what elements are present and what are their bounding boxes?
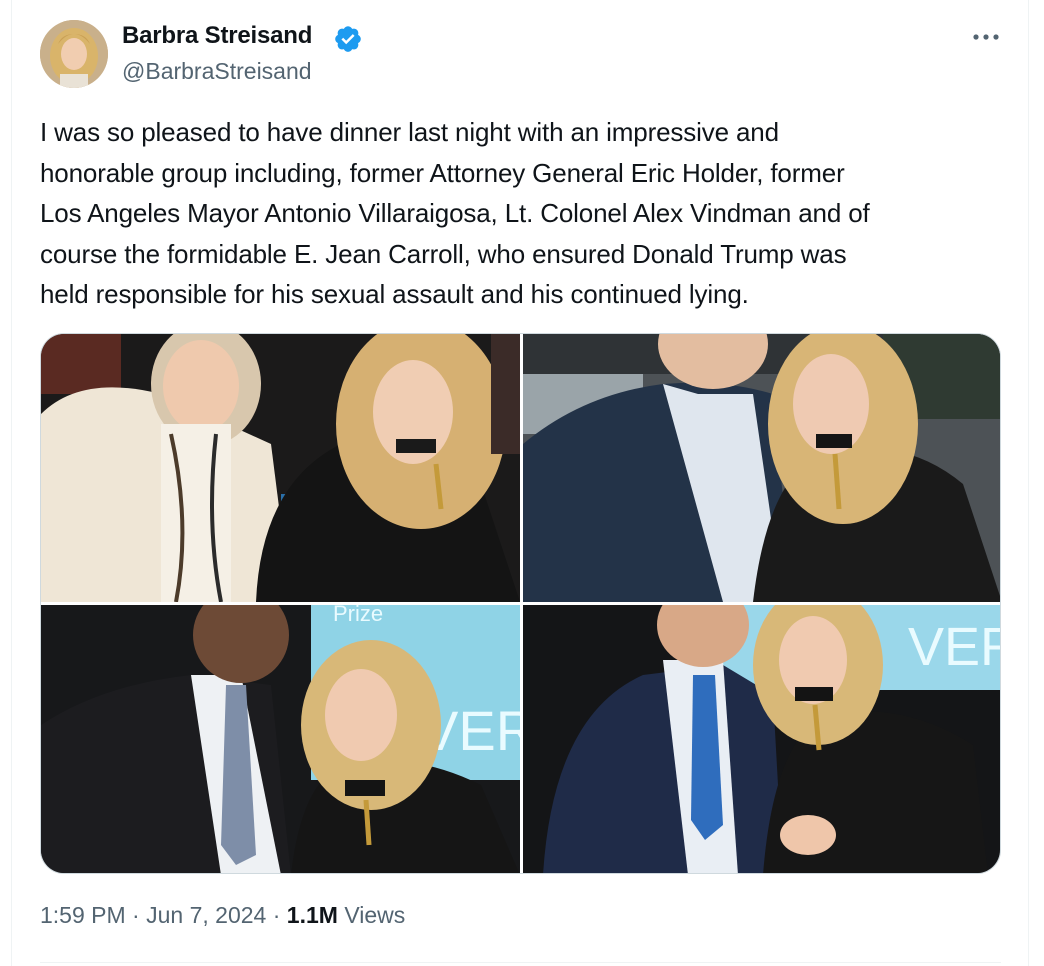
tweet-text-line: honorable group including, former Attorn… [40, 157, 845, 188]
author-handle[interactable]: @BarbraStreisand [122, 58, 312, 85]
svg-text:VERS: VERS [908, 617, 1001, 677]
tweet-time[interactable]: 1:59 PM [40, 902, 126, 928]
photo-2[interactable] [523, 334, 1000, 602]
more-options-icon[interactable] [968, 22, 1004, 52]
author-display-name[interactable]: Barbra Streisand [122, 22, 312, 50]
tweet-text-line: held responsible for his sexual assault … [40, 279, 749, 309]
tweet-text-line: I was so pleased to have dinner last nig… [40, 117, 779, 147]
meta-separator: · [132, 902, 140, 928]
media-grid: Prize VER VERS [40, 333, 1001, 874]
tweet-metadata: 1:59 PM · Jun 7, 2024 · 1.1M Views [40, 902, 405, 929]
photo-3[interactable]: Prize VER [41, 605, 520, 873]
tweet-text: I was so pleased to have dinner last nig… [40, 112, 1010, 315]
meta-separator: · [272, 902, 281, 928]
photo-3-image: Prize VER [41, 605, 520, 873]
photo-2-image [523, 334, 1000, 602]
divider [40, 962, 1001, 963]
avatar[interactable] [40, 20, 108, 88]
views-count: 1.1M [286, 902, 338, 928]
tweet-text-line: course the formidable E. Jean Carroll, w… [40, 238, 847, 269]
photo-4[interactable]: VERS [523, 605, 1001, 873]
tweet-date[interactable]: Jun 7, 2024 [146, 902, 266, 928]
svg-text:Prize: Prize [333, 605, 383, 626]
photo-1[interactable] [41, 334, 520, 602]
photo-4-image: VERS [523, 605, 1001, 873]
profile-photo-icon [40, 20, 108, 88]
photo-1-image [41, 334, 520, 602]
views-label: Views [344, 902, 406, 928]
verified-badge-icon [335, 26, 361, 52]
tweet-text-line: Los Angeles Mayor Antonio Villaraigosa, … [40, 198, 870, 228]
